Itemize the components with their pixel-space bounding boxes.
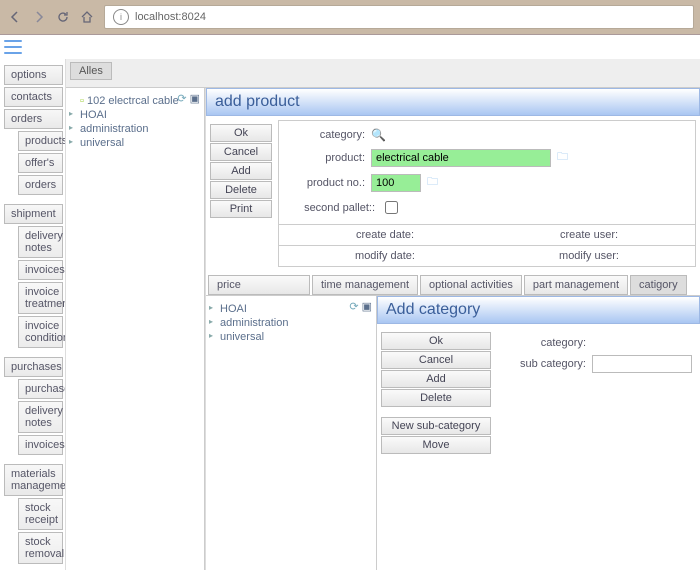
sidebar-head-purchases[interactable]: purchases: [4, 357, 63, 377]
home-icon[interactable]: [78, 8, 96, 26]
toolbar: Alles: [66, 59, 700, 88]
category-tree: ⟳ ▣ HOAI administration universal: [206, 296, 377, 570]
tab-price[interactable]: price: [208, 275, 310, 295]
menu-icon[interactable]: [4, 40, 22, 54]
toolbar-alles[interactable]: Alles: [70, 62, 112, 80]
tree-refresh-icon[interactable]: ⟳: [349, 301, 358, 313]
sidebar-item-contacts[interactable]: contacts: [4, 87, 63, 107]
cat-add-button[interactable]: Add: [381, 370, 491, 388]
modify-row: modify date:modify user:: [278, 246, 696, 267]
url-bar[interactable]: i localhost:8024: [104, 5, 694, 29]
new-subcategory-button[interactable]: New sub-category: [381, 417, 491, 435]
second-pallet-checkbox[interactable]: [385, 201, 398, 214]
sidebar-head-materials[interactable]: materials management: [4, 464, 63, 496]
create-row: create date:create user:: [278, 225, 696, 246]
tree-node-hoai[interactable]: HOAI: [70, 108, 200, 122]
tab-part[interactable]: part management: [524, 275, 628, 295]
tab-time[interactable]: time management: [312, 275, 418, 295]
forward-icon[interactable]: [30, 8, 48, 26]
url-text: localhost:8024: [135, 11, 206, 23]
sidebar-head-shipment[interactable]: shipment: [4, 204, 63, 224]
info-icon: i: [113, 9, 129, 25]
cat-ok-button[interactable]: Ok: [381, 332, 491, 350]
move-button[interactable]: Move: [381, 436, 491, 454]
sidebar-item-invoice-treatments[interactable]: invoice treatments: [18, 282, 63, 314]
print-button[interactable]: Print: [210, 200, 272, 218]
cat-cancel-button[interactable]: Cancel: [381, 351, 491, 369]
sidebar-item-orders[interactable]: orders: [18, 175, 63, 195]
cat-node-universal[interactable]: universal: [210, 330, 372, 344]
sidebar-item-offers[interactable]: offer's: [18, 153, 63, 173]
sidebar-item-stock-receipt[interactable]: stock receipt: [18, 498, 63, 530]
sub-category-input[interactable]: [592, 355, 692, 373]
cat-delete-button[interactable]: Delete: [381, 389, 491, 407]
sidebar-item-delivery-notes[interactable]: delivery notes: [18, 226, 63, 258]
tree-refresh-icon[interactable]: ⟳: [177, 93, 186, 105]
reload-icon[interactable]: [54, 8, 72, 26]
category-button-column: Ok Cancel Add Delete New sub-category Mo…: [381, 332, 491, 454]
sidebar-item-invoice-conditions[interactable]: invoice conditions: [18, 316, 63, 348]
productno-label: product no.:: [285, 177, 365, 189]
tree-expand-icon[interactable]: ▣: [362, 301, 372, 313]
tab-category[interactable]: catigory: [630, 275, 687, 295]
delete-button[interactable]: Delete: [210, 181, 272, 199]
sidebar-item-options[interactable]: options: [4, 65, 63, 85]
back-icon[interactable]: [6, 8, 24, 26]
product-button-column: Ok Cancel Add Delete Print: [210, 124, 272, 267]
tree-node-universal[interactable]: universal: [70, 136, 200, 150]
add-category-header: Add category: [377, 296, 700, 324]
sidebar-item-stock-removal[interactable]: stock removal: [18, 532, 63, 564]
cat-category-label: category:: [501, 337, 586, 349]
tab-bar: price time management optional activitie…: [206, 271, 700, 295]
productno-input[interactable]: [371, 174, 421, 192]
add-button[interactable]: Add: [210, 162, 272, 180]
sidebar-item-invoices[interactable]: invoices: [18, 260, 63, 280]
tree-node-admin[interactable]: administration: [70, 122, 200, 136]
cat-node-admin[interactable]: administration: [210, 316, 372, 330]
sidebar: options contacts orders products offer's…: [0, 59, 66, 570]
folder-icon[interactable]: 🗀: [427, 173, 438, 192]
cat-node-hoai[interactable]: HOAI: [210, 302, 372, 316]
tab-optional[interactable]: optional activities: [420, 275, 522, 295]
sidebar-item-p-delivery-notes[interactable]: delivery notes: [18, 401, 63, 433]
cat-sub-label: sub category:: [501, 358, 586, 370]
search-icon[interactable]: 🔍: [371, 128, 386, 142]
sidebar-item-products[interactable]: products: [18, 131, 63, 151]
product-input[interactable]: [371, 149, 551, 167]
tree-expand-icon[interactable]: ▣: [190, 93, 200, 105]
sidebar-head-orders[interactable]: orders: [4, 109, 63, 129]
add-product-header: add product: [206, 88, 700, 116]
category-label: category:: [285, 129, 365, 141]
second-pallet-label: second pallet::: [285, 202, 375, 214]
sidebar-item-purchases[interactable]: purchases: [18, 379, 63, 399]
ok-button[interactable]: Ok: [210, 124, 272, 142]
sidebar-item-p-invoices[interactable]: invoices: [18, 435, 63, 455]
product-tree: ⟳ ▣ ▫ 102 electrcal cable HOAI administr…: [66, 88, 205, 570]
folder-icon[interactable]: 🗀: [557, 148, 568, 167]
cancel-button[interactable]: Cancel: [210, 143, 272, 161]
browser-chrome: i localhost:8024: [0, 0, 700, 35]
product-label: product:: [285, 152, 365, 164]
